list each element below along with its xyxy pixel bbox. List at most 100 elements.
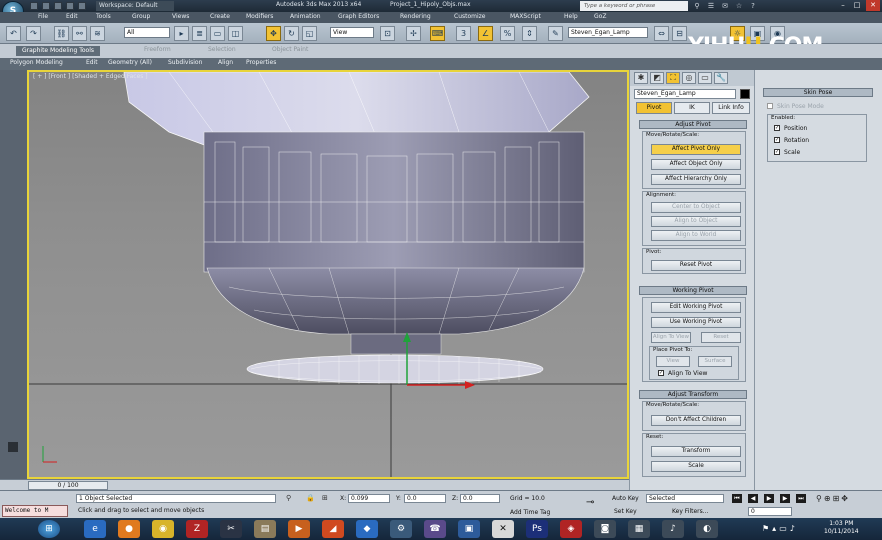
angle-snap-icon[interactable]: ∠ (478, 26, 493, 41)
viewport-scroll-icon[interactable] (8, 442, 18, 452)
chrome-icon[interactable]: ◉ (152, 520, 174, 538)
center-to-object-button[interactable]: Center to Object (651, 202, 741, 213)
reset-scale-button[interactable]: Scale (651, 461, 741, 472)
display-tab-icon[interactable]: ▭ (698, 72, 712, 84)
mirror-icon[interactable]: ⇔ (654, 26, 669, 41)
edit-working-pivot-button[interactable]: Edit Working Pivot (651, 302, 741, 313)
dont-affect-children-button[interactable]: Don't Affect Children (651, 415, 741, 426)
front-viewport[interactable]: [ + ] [Front ] [Shaded + Edged Faces ] (27, 70, 629, 479)
affect-hierarchy-only-button[interactable]: Affect Hierarchy Only (651, 174, 741, 185)
working-pivot-rollout[interactable]: Working Pivot (639, 286, 747, 295)
current-frame-field[interactable]: 0 (748, 507, 792, 516)
menu-modifiers[interactable]: Modifiers (246, 13, 273, 20)
menu-customize[interactable]: Customize (454, 13, 486, 20)
modify-tab-icon[interactable]: ◩ (650, 72, 664, 84)
menu-rendering[interactable]: Rendering (400, 13, 431, 20)
align-icon[interactable]: ⊟ (672, 26, 687, 41)
previous-frame-icon[interactable]: ◀ (748, 494, 758, 503)
photoshop-icon[interactable]: Ps (526, 520, 548, 538)
next-frame-icon[interactable]: ▶ (780, 494, 790, 503)
stickman-icon[interactable]: ✕ (492, 520, 514, 538)
time-slider[interactable]: 0 / 100 (0, 479, 629, 490)
set-key-mode-icon[interactable]: ⊸ (586, 497, 594, 508)
affect-object-only-button[interactable]: Affect Object Only (651, 159, 741, 170)
add-time-tag[interactable]: Add Time Tag (510, 509, 550, 516)
remote-desktop-icon[interactable]: ▣ (458, 520, 480, 538)
select-and-rotate-icon[interactable]: ↻ (284, 26, 299, 41)
menu-edit[interactable]: Edit (66, 13, 78, 20)
panel-geometry[interactable]: Geometry (All) (108, 59, 152, 66)
unlink-icon[interactable]: ⚯ (72, 26, 87, 41)
set-key-button[interactable]: Set Key (614, 508, 637, 515)
place-pivot-view-button[interactable]: View (656, 356, 690, 367)
search-icon[interactable]: ⚲ (692, 1, 702, 11)
reset-pivot-button[interactable]: Reset Pivot (651, 260, 741, 271)
undo-icon[interactable] (66, 2, 74, 10)
firefox-icon[interactable]: ● (118, 520, 140, 538)
skin-pose-rollout[interactable]: Skin Pose (763, 88, 873, 97)
tab-graphite-modeling-tools[interactable]: Graphite Modeling Tools (16, 46, 101, 56)
place-pivot-surface-button[interactable]: Surface (698, 356, 732, 367)
save-file-icon[interactable] (54, 2, 62, 10)
app-icon[interactable]: ◐ (696, 520, 718, 538)
scale-checkbox[interactable]: ✓ (774, 149, 780, 155)
utilities-tab-icon[interactable]: 🔧 (714, 72, 728, 84)
menu-animation[interactable]: Animation (290, 13, 321, 20)
app-icon[interactable]: ◢ (322, 520, 344, 538)
select-by-name-icon[interactable]: ≣ (192, 26, 207, 41)
percent-snap-icon[interactable]: % (500, 26, 515, 41)
tab-link-info[interactable]: Link Info (712, 102, 750, 114)
edit-named-selection-icon[interactable]: ✎ (548, 26, 563, 41)
pivot-center-icon[interactable]: ⊡ (380, 26, 395, 41)
select-and-scale-icon[interactable]: ◱ (302, 26, 317, 41)
viewport-navigation-icons[interactable]: ⚲⊕⊞✥ (816, 494, 876, 516)
tools-icon[interactable]: ✂ (220, 520, 242, 538)
ie-icon[interactable]: e (84, 520, 106, 538)
menu-tools[interactable]: Tools (96, 13, 111, 20)
selection-lock-icon[interactable]: 🔒 (306, 494, 315, 503)
menu-graph-editors[interactable]: Graph Editors (338, 13, 379, 20)
select-manipulate-icon[interactable]: ✢ (406, 26, 421, 41)
search-input[interactable]: Type a keyword or phrase (580, 1, 688, 11)
system-clock[interactable]: 1:03 PM 10/11/2014 (824, 520, 859, 536)
position-checkbox[interactable]: ✓ (774, 125, 780, 131)
app-icon[interactable]: ⚙ (390, 520, 412, 538)
menu-maxscript[interactable]: MAXScript (510, 13, 541, 20)
3ds-max-icon[interactable]: ◙ (594, 520, 616, 538)
selection-filter-dropdown[interactable]: All (124, 27, 170, 38)
new-file-icon[interactable] (30, 2, 38, 10)
menu-goz[interactable]: GoZ (594, 13, 606, 20)
align-to-view-checkbox[interactable]: ✓ (658, 370, 664, 376)
window-crossing-icon[interactable]: ◫ (228, 26, 243, 41)
x-coordinate-field[interactable]: 0.099 (348, 494, 390, 503)
panel-align[interactable]: Align (218, 59, 233, 66)
close-icon[interactable]: ✕ (866, 0, 880, 11)
workspace-dropdown[interactable]: Workspace: Default (96, 1, 174, 11)
create-tab-icon[interactable]: ✱ (634, 72, 648, 84)
object-color-swatch[interactable] (740, 89, 750, 99)
minimize-icon[interactable]: – (836, 0, 850, 11)
snaps-toggle-icon[interactable]: 3 (456, 26, 471, 41)
tab-object-paint[interactable]: Object Paint (272, 46, 308, 56)
filezilla-icon[interactable]: Z (186, 520, 208, 538)
reset-working-pivot-button[interactable]: Reset (701, 332, 741, 343)
panel-subdivision[interactable]: Subdivision (168, 59, 202, 66)
rect-selection-icon[interactable]: ▭ (210, 26, 225, 41)
favorites-icon[interactable]: ☆ (734, 1, 744, 11)
absolute-mode-icon[interactable]: ⊞ (322, 494, 332, 503)
select-and-move-icon[interactable]: ✥ (266, 26, 281, 41)
use-working-pivot-button[interactable]: Use Working Pivot (651, 317, 741, 328)
help-icon[interactable]: ? (748, 1, 758, 11)
subscription-icon[interactable]: ☰ (706, 1, 716, 11)
menu-file[interactable]: File (38, 13, 48, 20)
menu-create[interactable]: Create (210, 13, 230, 20)
play-icon[interactable]: ▶ (764, 494, 774, 503)
y-coordinate-field[interactable]: 0.0 (404, 494, 446, 503)
viewport-canvas[interactable] (29, 72, 627, 477)
align-to-view-button[interactable]: Align To View (651, 332, 691, 343)
object-name-field[interactable]: Steven_Egan_Lamp (634, 89, 736, 99)
select-object-icon[interactable]: ▸ (174, 26, 189, 41)
panel-polygon-modeling[interactable]: Polygon Modeling (10, 59, 63, 66)
bind-space-warp-icon[interactable]: ≋ (90, 26, 105, 41)
align-to-object-button[interactable]: Align to Object (651, 216, 741, 227)
